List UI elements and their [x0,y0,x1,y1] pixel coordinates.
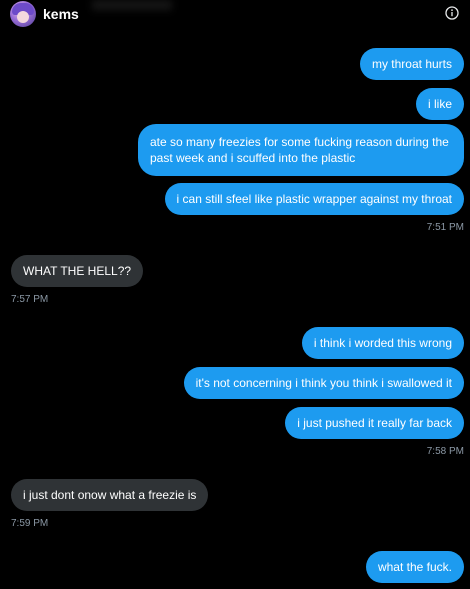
incoming-message[interactable]: WHAT THE HELL?? [11,255,144,287]
outgoing-message[interactable]: what the fuck. [365,551,464,583]
conversation-header: kems [0,0,470,28]
outgoing-message[interactable]: i think i worded this wrong [301,327,464,359]
message-timestamp: 7:58 PM [426,446,464,457]
message-timestamp: 7:59 PM [11,518,49,529]
outgoing-message[interactable]: ate so many freezies for some fucking re… [138,124,464,176]
outgoing-message[interactable]: i can still sfeel like plastic wrapper a… [164,183,464,215]
outgoing-message[interactable]: it's not concerning i think you think i … [183,367,464,399]
blurred-header-area [92,0,172,10]
avatar[interactable] [10,1,36,27]
incoming-message[interactable]: i just dont onow what a freezie is [11,479,209,511]
message-timestamp: 7:57 PM [11,294,49,305]
outgoing-message[interactable]: i like [415,88,464,120]
message-timestamp: 7:51 PM [426,222,464,233]
info-icon[interactable] [445,6,459,20]
outgoing-message[interactable]: i just pushed it really far back [285,407,464,439]
avatar-face [17,11,29,23]
outgoing-message[interactable]: my throat hurts [359,48,464,80]
conversation-username[interactable]: kems [43,6,79,22]
